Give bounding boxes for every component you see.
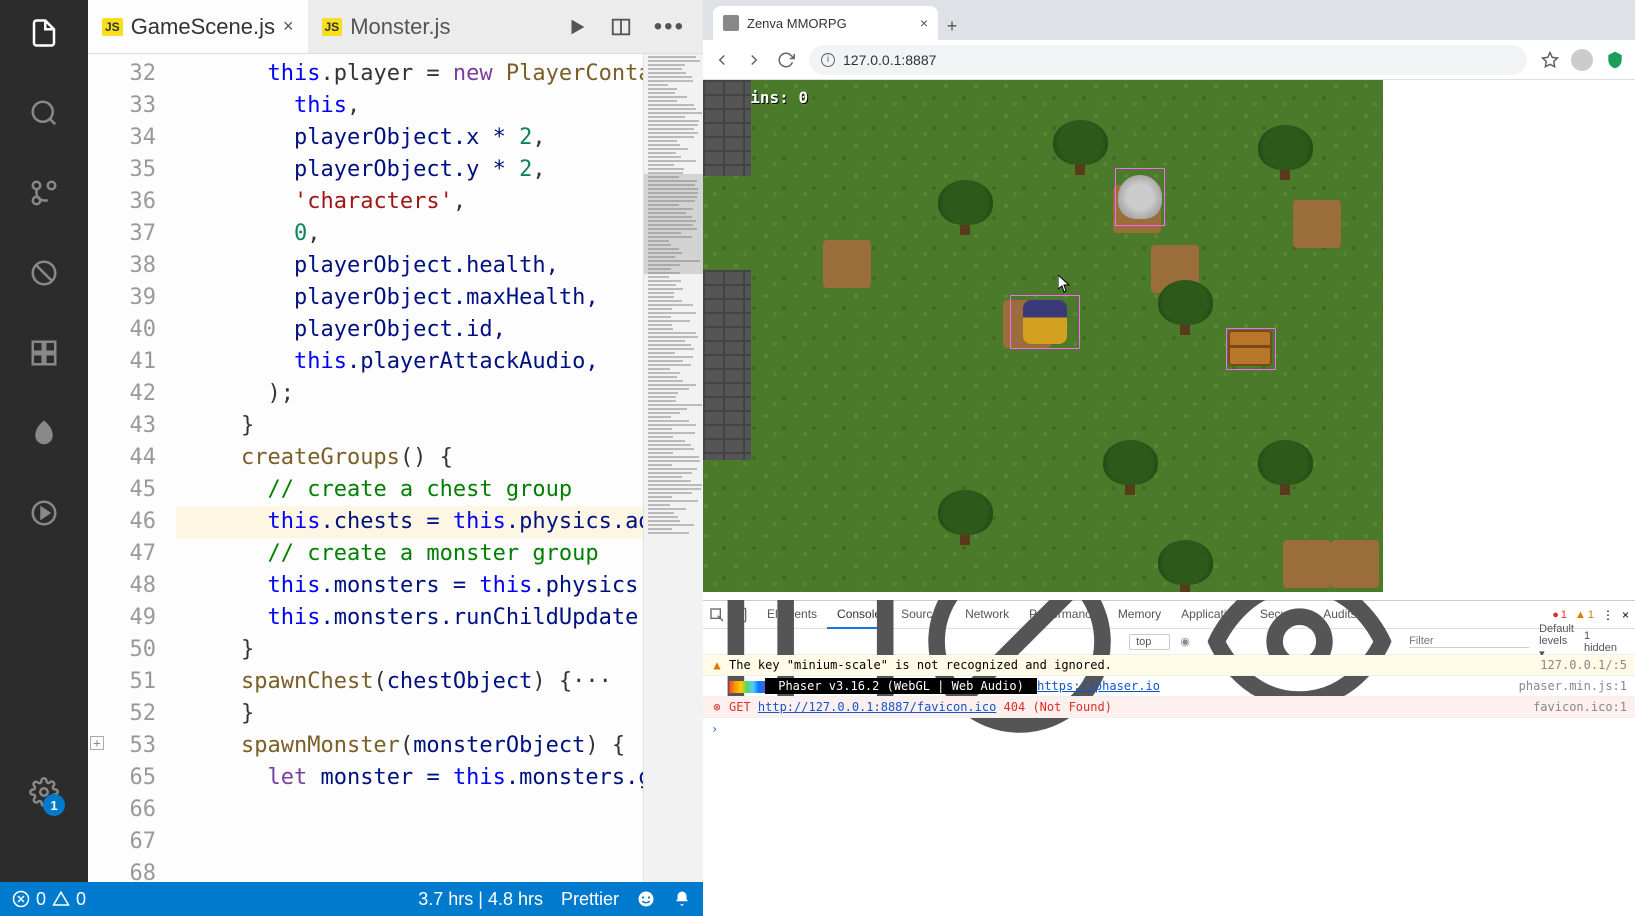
devtools-panel: ElementsConsoleSourcesNetworkPerformance… xyxy=(703,600,1635,916)
back-icon[interactable] xyxy=(713,51,731,69)
context-selector[interactable]: top xyxy=(1129,634,1170,650)
browser-toolbar: i 127.0.0.1:8887 xyxy=(703,40,1635,80)
status-time[interactable]: 3.7 hrs | 4.8 hrs xyxy=(418,889,543,910)
console-message: Phaser v3.16.2 (WebGL | Web Audio) https… xyxy=(703,676,1635,697)
devtools-close-icon[interactable]: × xyxy=(1622,608,1629,622)
hidden-count[interactable]: 1 hidden xyxy=(1584,630,1617,654)
dirt-tile xyxy=(823,240,871,288)
error-count: 0 xyxy=(36,889,46,910)
console-message: ▲The key "minium-scale" is not recognize… xyxy=(703,655,1635,676)
vscode-main: 1 JS GameScene.js × JS Monster.js ••• xyxy=(0,0,703,882)
star-icon[interactable] xyxy=(1541,51,1559,69)
activity-bar: 1 xyxy=(0,0,88,882)
source-control-icon[interactable] xyxy=(29,178,59,208)
close-icon[interactable]: × xyxy=(283,16,294,37)
status-errors[interactable]: 0 0 xyxy=(12,889,86,910)
wall-tile xyxy=(703,80,751,176)
editor-area: JS GameScene.js × JS Monster.js ••• 3233… xyxy=(88,0,703,882)
warning-count: 0 xyxy=(76,889,86,910)
debug-icon[interactable] xyxy=(29,258,59,288)
browser-window: Zenva MMORPG × + i 127.0.0.1:8887 Coins:… xyxy=(703,0,1635,916)
line-gutter: 3233343536373839404142434445464748495051… xyxy=(88,54,176,882)
tab-gamescene[interactable]: JS GameScene.js × xyxy=(88,0,308,53)
environment-icon[interactable] xyxy=(29,418,59,448)
player-sprite[interactable] xyxy=(1023,300,1067,344)
devtools-error-badge[interactable]: ● 1 xyxy=(1552,609,1567,621)
tab-monster[interactable]: JS Monster.js xyxy=(308,0,465,53)
dirt-tile xyxy=(1331,540,1379,588)
reload-icon[interactable] xyxy=(777,51,795,69)
tab-label: Monster.js xyxy=(350,14,450,40)
devtools-warning-badge[interactable]: ▲ 1 xyxy=(1575,609,1594,621)
address-bar[interactable]: i 127.0.0.1:8887 xyxy=(809,45,1527,75)
minimap-viewport[interactable] xyxy=(644,174,703,274)
favicon-icon xyxy=(723,15,739,31)
hud-coins-value: 0 xyxy=(798,88,808,107)
browser-tab-title: Zenva MMORPG xyxy=(747,16,847,31)
split-editor-icon[interactable] xyxy=(610,16,632,38)
editor-tabs: JS GameScene.js × JS Monster.js ••• xyxy=(88,0,703,54)
status-formatter[interactable]: Prettier xyxy=(561,889,619,910)
settings-icon-wrap[interactable]: 1 xyxy=(29,777,59,812)
console-output[interactable]: ▲The key "minium-scale" is not recognize… xyxy=(703,655,1635,916)
console-message: ⊗GET http://127.0.0.1:8887/favicon.ico 4… xyxy=(703,697,1635,718)
live-share-icon[interactable] xyxy=(29,498,59,528)
dirt-tile xyxy=(1283,540,1331,588)
game-viewport: Coins: 0 xyxy=(703,80,1635,600)
vscode-window: 1 JS GameScene.js × JS Monster.js ••• xyxy=(0,0,703,916)
error-icon: ⊗ xyxy=(711,700,723,714)
tree-sprite xyxy=(938,490,993,545)
tree-sprite xyxy=(1053,120,1108,175)
code-lines[interactable]: this.player = new PlayerConta this, play… xyxy=(176,54,643,882)
tree-sprite xyxy=(1258,440,1313,495)
tree-sprite xyxy=(938,180,993,235)
fold-icon[interactable]: + xyxy=(90,736,104,750)
bell-icon[interactable] xyxy=(673,890,691,908)
url-text: 127.0.0.1:8887 xyxy=(843,52,936,68)
message-source[interactable]: phaser.min.js:1 xyxy=(1519,679,1627,693)
status-bar: 0 0 3.7 hrs | 4.8 hrs Prettier xyxy=(0,882,703,916)
wall-tile xyxy=(703,270,751,460)
console-toolbar: top ◉ Default levels ▾ 1 hidden xyxy=(703,629,1635,655)
game-canvas[interactable]: Coins: 0 xyxy=(703,80,1383,592)
info-icon xyxy=(711,679,723,693)
shield-icon[interactable] xyxy=(1605,50,1625,70)
devtools-more-icon[interactable]: ⋮ xyxy=(1602,608,1614,622)
files-icon[interactable] xyxy=(29,18,59,48)
error-link[interactable]: http://127.0.0.1:8887/favicon.ico xyxy=(758,700,996,714)
search-icon[interactable] xyxy=(29,98,59,128)
dirt-tile xyxy=(1293,200,1341,248)
more-icon[interactable]: ••• xyxy=(654,13,685,41)
close-icon[interactable]: × xyxy=(920,15,928,31)
tree-sprite xyxy=(1258,125,1313,180)
message-source[interactable]: favicon.ico:1 xyxy=(1533,700,1627,714)
js-badge-icon: JS xyxy=(102,18,123,36)
minimap[interactable] xyxy=(643,54,703,882)
error-icon xyxy=(12,890,30,908)
browser-tab-active[interactable]: Zenva MMORPG × xyxy=(713,6,938,40)
message-source[interactable]: 127.0.0.1/:5 xyxy=(1540,658,1627,672)
tree-sprite xyxy=(1103,440,1158,495)
chest-hitbox xyxy=(1226,328,1276,370)
tree-sprite xyxy=(1158,280,1213,335)
warning-icon xyxy=(52,890,70,908)
warn-icon: ▲ xyxy=(711,658,723,672)
profile-avatar[interactable] xyxy=(1571,49,1593,71)
extensions-icon[interactable] xyxy=(29,338,59,368)
console-filter-input[interactable] xyxy=(1409,635,1529,648)
site-info-icon[interactable]: i xyxy=(821,53,835,67)
code-area[interactable]: 3233343536373839404142434445464748495051… xyxy=(88,54,703,882)
feedback-icon[interactable] xyxy=(637,890,655,908)
phaser-link[interactable]: https://phaser.io xyxy=(1037,679,1160,693)
new-tab-button[interactable]: + xyxy=(938,12,966,40)
forward-icon[interactable] xyxy=(745,51,763,69)
monster-sprite xyxy=(1118,175,1162,219)
settings-badge: 1 xyxy=(43,794,65,816)
run-icon[interactable] xyxy=(566,16,588,38)
console-prompt[interactable]: › xyxy=(703,718,1635,740)
browser-tabstrip: Zenva MMORPG × + xyxy=(703,0,1635,40)
js-badge-icon: JS xyxy=(322,18,343,36)
tab-label: GameScene.js xyxy=(131,14,275,40)
tree-sprite xyxy=(1158,540,1213,592)
